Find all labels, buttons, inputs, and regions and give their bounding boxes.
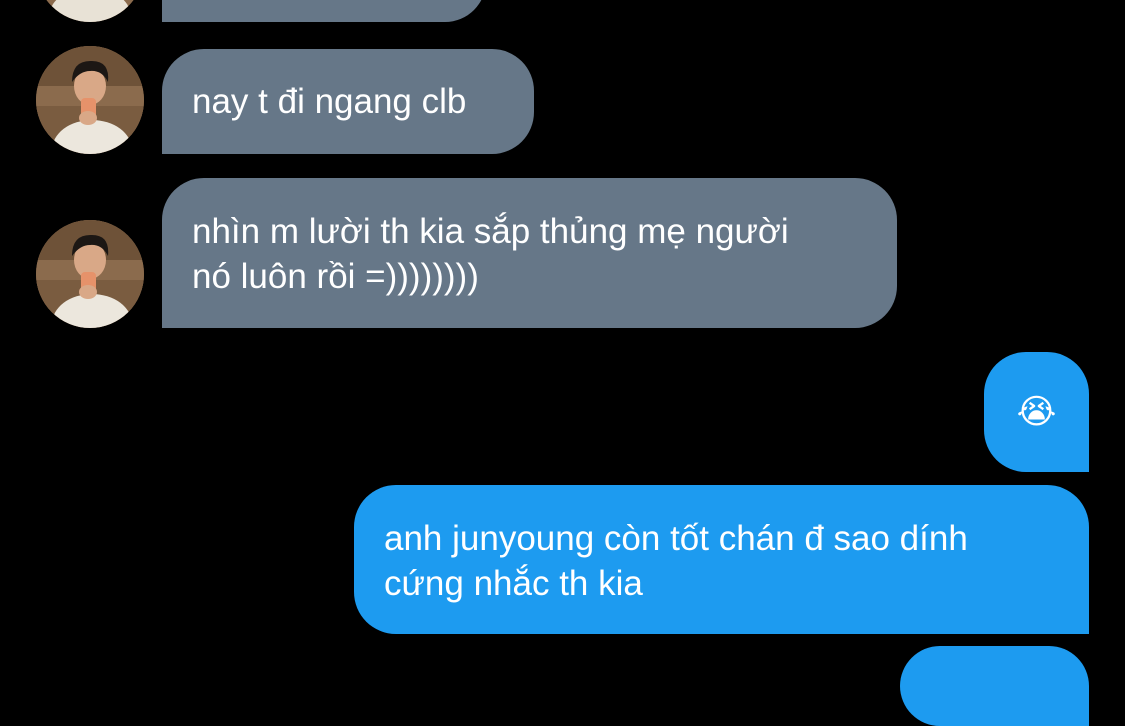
avatar[interactable] [36,0,144,22]
avatar-photo [36,0,144,22]
message-text-line: nhìn m lười th kia sắp thủng mẹ người [192,212,789,251]
avatar[interactable] [36,46,144,154]
loudly-crying-face-icon: 😭 [1016,393,1057,431]
message-text-line: nó luôn rồi =)))))))) [192,257,479,296]
message-bubble-incoming[interactable] [162,0,486,22]
avatar-photo [36,46,144,154]
message-text-line: cứng nhắc th kia [384,564,643,603]
avatar[interactable] [36,220,144,328]
message-bubble-outgoing[interactable]: anh junyoung còn tốt chán đ sao dính cứn… [354,485,1089,634]
message-text: nay t đi ngang clb [192,82,467,121]
message-text-line: anh junyoung còn tốt chán đ sao dính [384,519,968,558]
avatar-photo [36,220,144,328]
message-bubble-outgoing[interactable]: 😭 [984,352,1089,472]
message-bubble-incoming[interactable]: nay t đi ngang clb [162,49,534,154]
message-bubble-incoming[interactable]: nhìn m lười th kia sắp thủng mẹ người nó… [162,178,897,328]
message-bubble-outgoing[interactable] [900,646,1089,726]
